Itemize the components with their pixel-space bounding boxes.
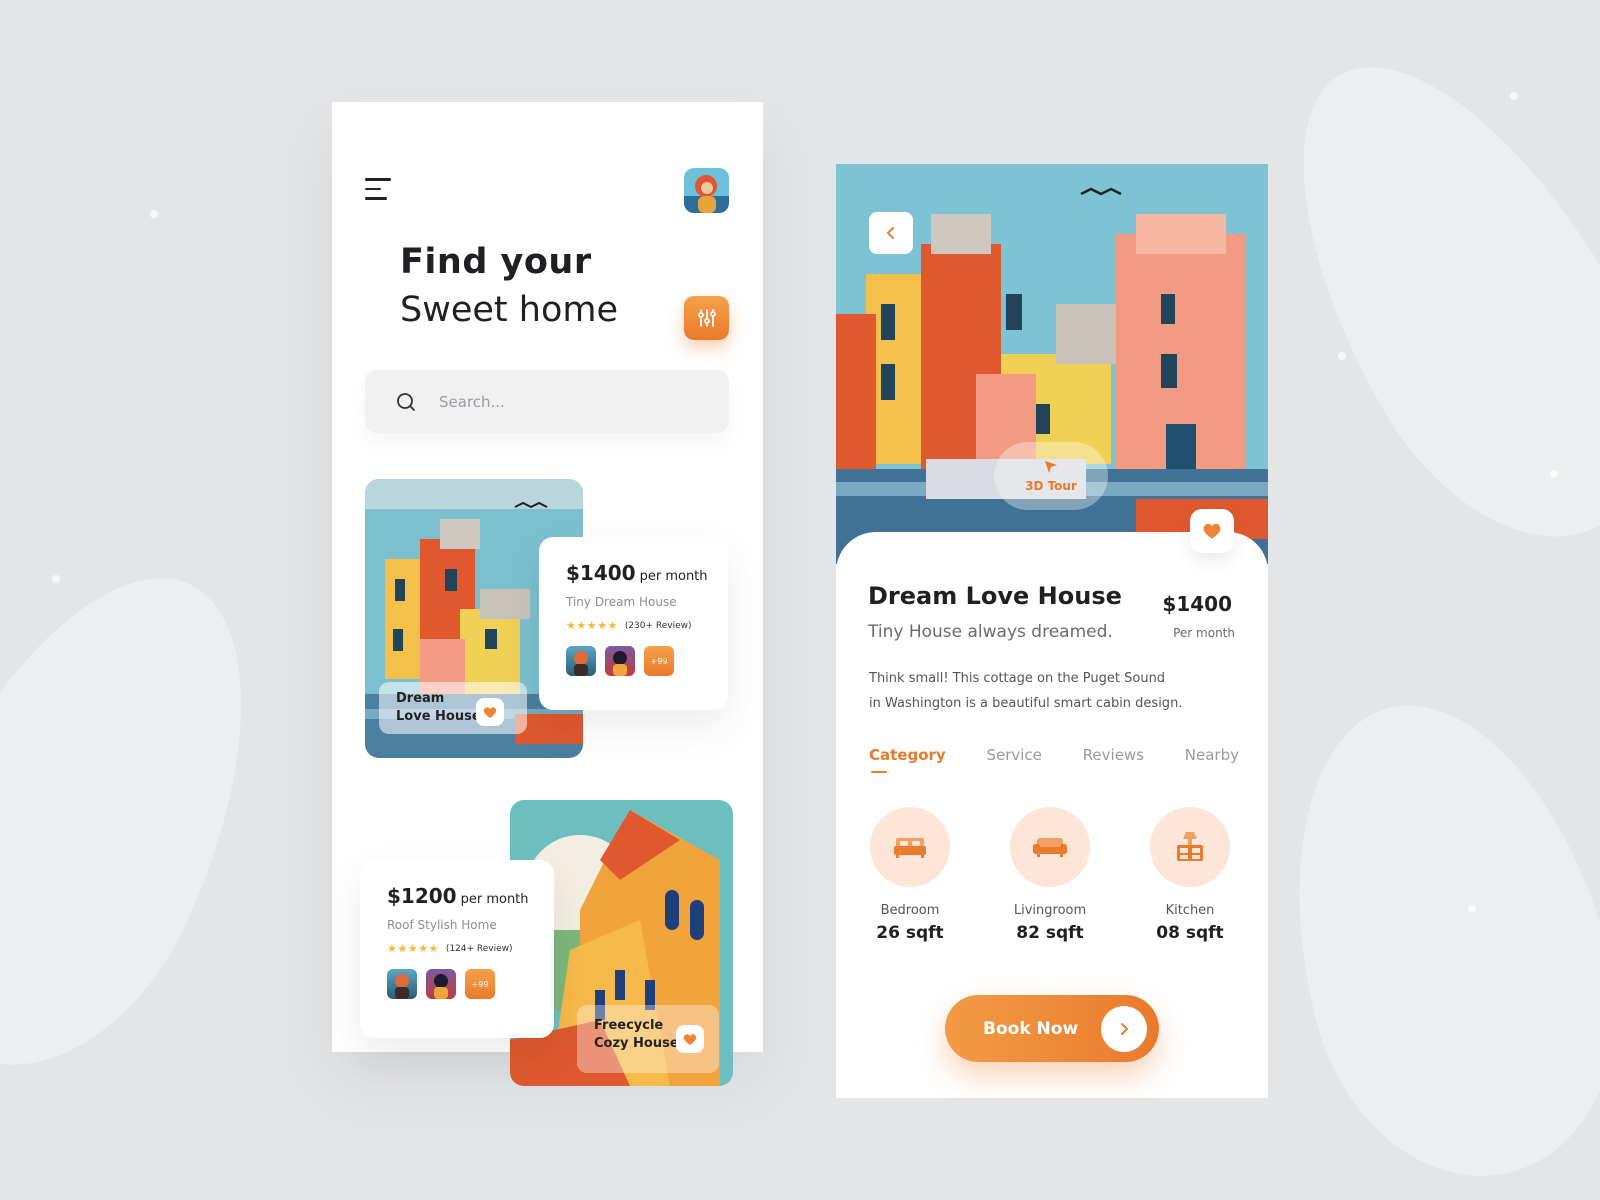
page-title-line1: Find your [400, 242, 592, 282]
tab-category[interactable]: Category [869, 746, 946, 773]
avatar [387, 969, 417, 999]
page-title-line2: Sweet home [400, 290, 618, 330]
sofa-icon [1033, 838, 1067, 857]
avatar [566, 646, 596, 676]
listing-price: $1400 [566, 561, 636, 585]
property-subtitle: Tiny House always dreamed. [868, 622, 1113, 642]
book-now-label: Book Now [983, 1018, 1079, 1039]
category-livingroom[interactable]: Livingroom 82 sqft [1010, 807, 1090, 943]
more-reviewers-badge: +99 [644, 646, 674, 676]
more-reviewers-badge: +99 [465, 969, 495, 999]
detail-screen: 3D Tour Dream Love House Tiny House alwa… [836, 164, 1268, 1098]
search-placeholder: Search... [439, 392, 505, 411]
favorite-button-1[interactable] [476, 698, 504, 726]
reviewer-avatars: +99 [387, 969, 554, 999]
search-field[interactable]: Search... [365, 370, 729, 433]
listing-info-card-1[interactable]: $1400 per month Tiny Dream House ★★★★★ (23… [539, 537, 728, 710]
listing-label-1: Dream Love House [379, 682, 527, 734]
room-categories: Bedroom 26 sqft Livingroom 82 sqft Kitch… [870, 807, 1230, 943]
chevron-right-icon [1121, 1022, 1128, 1035]
listing-price: $1200 [387, 884, 457, 908]
reviewer-avatars: +99 [566, 646, 728, 676]
user-avatar[interactable] [684, 168, 729, 213]
search-icon [397, 392, 415, 411]
tab-service[interactable]: Service [986, 746, 1041, 764]
property-price: $1400 [1162, 592, 1232, 616]
back-button[interactable] [869, 212, 913, 254]
rating-stars: ★★★★★ (230+ Review) [566, 619, 692, 632]
3d-tour-label: 3D Tour [1025, 479, 1077, 493]
chevron-left-icon [887, 227, 894, 239]
filter-button[interactable] [684, 296, 729, 340]
detail-tabs: Category Service Reviews Nearby [869, 746, 1239, 773]
kitchen-icon [1177, 832, 1203, 861]
cursor-arrow-icon [1045, 461, 1057, 473]
avatar [605, 646, 635, 676]
category-bedroom[interactable]: Bedroom 26 sqft [870, 807, 950, 943]
tab-nearby[interactable]: Nearby [1185, 746, 1239, 764]
bed-icon [894, 838, 926, 858]
property-title: Dream Love House [868, 582, 1122, 610]
heart-icon [1203, 523, 1221, 539]
category-kitchen[interactable]: Kitchen 08 sqft [1150, 807, 1230, 943]
tab-reviews[interactable]: Reviews [1083, 746, 1144, 764]
rating-stars: ★★★★★ (124+ Review) [387, 942, 513, 955]
listing-name: Roof Stylish Home [387, 918, 497, 932]
listing-info-card-2[interactable]: $1200 per month Roof Stylish Home ★★★★★ (1… [360, 860, 554, 1038]
heart-icon [683, 1033, 697, 1045]
sliders-icon [697, 309, 716, 327]
listing-name: Tiny Dream House [566, 595, 677, 609]
favorite-button-2[interactable] [676, 1025, 704, 1053]
avatar [426, 969, 456, 999]
price-period: Per month [1173, 626, 1235, 640]
property-description: Think small! This cottage on the Puget S… [869, 671, 1183, 711]
favorite-button[interactable] [1190, 509, 1234, 553]
heart-icon [483, 706, 497, 718]
book-now-button[interactable]: Book Now [945, 995, 1159, 1062]
3d-tour-button[interactable]: 3D Tour [994, 442, 1108, 510]
menu-icon[interactable] [365, 178, 393, 204]
